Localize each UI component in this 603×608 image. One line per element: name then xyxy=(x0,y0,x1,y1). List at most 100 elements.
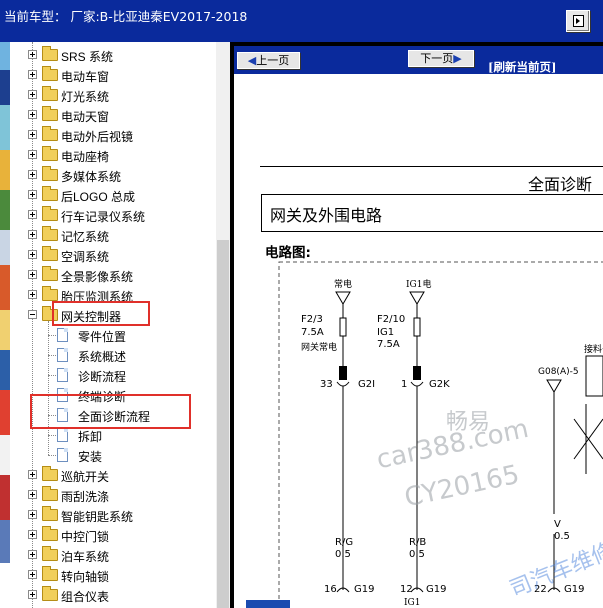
tree-item-label: 灯光系统 xyxy=(61,90,110,104)
collapse-icon[interactable] xyxy=(28,310,37,319)
left-pin: 33 xyxy=(320,379,333,390)
wire-v-color: V xyxy=(554,519,561,530)
tree-folder-item[interactable]: 电动车窗 xyxy=(10,65,216,85)
tree-folder-item[interactable]: 巡航开关 xyxy=(10,465,216,485)
tree-folder-item[interactable]: 电动座椅 xyxy=(10,145,216,165)
exit-button[interactable] xyxy=(566,10,590,32)
highlight-box-gateway xyxy=(52,301,150,326)
tree-item-label: 全景影像系统 xyxy=(61,270,134,284)
tree-scrollbar[interactable] xyxy=(216,42,230,608)
left-wire-color: R/G xyxy=(335,537,354,548)
tree-item-label: 电动天窗 xyxy=(61,110,110,124)
folder-icon xyxy=(42,186,58,201)
tree-item-label: 诊断流程 xyxy=(78,370,127,384)
expand-icon[interactable] xyxy=(28,590,37,599)
folder-icon xyxy=(42,546,58,561)
expand-icon[interactable] xyxy=(28,90,37,99)
right-bottom-conn: G19 xyxy=(426,584,447,595)
folder-icon xyxy=(42,566,58,581)
tree-folder-item[interactable]: 电动天窗 xyxy=(10,105,216,125)
expand-icon[interactable] xyxy=(28,510,37,519)
highlight-box-full-diagnosis xyxy=(30,394,191,429)
tree-scrollbar-thumb[interactable] xyxy=(217,240,229,608)
current-model-title: 当前车型： 厂家:B-比亚迪秦EV2017-2018 xyxy=(4,9,248,24)
expand-icon[interactable] xyxy=(28,150,37,159)
bottom-ig1: IG1 xyxy=(404,598,421,608)
tree-folder-item[interactable]: 全景影像系统 xyxy=(10,265,216,285)
tree-item-label: 后LOGO 总成 xyxy=(61,190,136,204)
tree-folder-item[interactable]: 空调系统 xyxy=(10,245,216,265)
tree-folder-item[interactable]: 泊车系统 xyxy=(10,545,216,565)
expand-icon[interactable] xyxy=(28,290,37,299)
tree-leaf-item[interactable]: 系统概述 xyxy=(10,345,216,365)
tree-folder-item[interactable]: 后LOGO 总成 xyxy=(10,185,216,205)
next-page-label: 下一页 xyxy=(420,52,454,65)
tree-folder-item[interactable]: 中控门锁 xyxy=(10,525,216,545)
document-view[interactable]: 全面诊断 网关及外围电路 电路图: 常电 F2/3 7.5A 网关常电 33 G… xyxy=(234,74,603,608)
tree-folder-item[interactable]: 转向轴锁 xyxy=(10,565,216,585)
tree-item-label: 拆卸 xyxy=(78,430,103,444)
expand-icon[interactable] xyxy=(28,190,37,199)
tree-folder-item[interactable]: 雨刮洗涤 xyxy=(10,485,216,505)
bottom-tab[interactable] xyxy=(246,600,290,608)
folder-icon xyxy=(42,146,58,161)
tree-item-label: 系统概述 xyxy=(78,350,127,364)
tree-leaf-item[interactable]: 诊断流程 xyxy=(10,365,216,385)
left-fuse xyxy=(339,317,347,337)
folder-icon xyxy=(42,266,58,281)
exit-icon xyxy=(573,15,584,27)
document-icon xyxy=(57,428,68,442)
expand-icon[interactable] xyxy=(28,490,37,499)
expand-icon[interactable] xyxy=(28,230,37,239)
document-icon xyxy=(57,448,68,462)
right-connector xyxy=(413,366,421,380)
expand-icon[interactable] xyxy=(28,170,37,179)
expand-icon[interactable] xyxy=(28,470,37,479)
tree-item-label: 巡航开关 xyxy=(61,470,110,484)
side-box xyxy=(585,355,603,397)
next-page-button[interactable]: 下一页▶ xyxy=(408,50,474,67)
tree-folder-item[interactable]: 灯光系统 xyxy=(10,85,216,105)
tree-folder-item[interactable]: 多媒体系统 xyxy=(10,165,216,185)
tree-leaf-item[interactable]: 安装 xyxy=(10,445,216,465)
tree-folder-item[interactable]: 组合仪表 xyxy=(10,585,216,605)
folder-icon xyxy=(42,86,58,101)
expand-icon[interactable] xyxy=(28,50,37,59)
tree-item-label: SRS 系统 xyxy=(61,50,114,64)
refresh-page-link[interactable]: [刷新当前页] xyxy=(488,59,556,75)
tree-item-label: 组合仪表 xyxy=(61,590,110,604)
left-wire-gauge: 0.5 xyxy=(335,549,351,560)
expand-icon[interactable] xyxy=(28,70,37,79)
wire-v-gauge: 0.5 xyxy=(554,531,570,542)
expand-icon[interactable] xyxy=(28,270,37,279)
expand-icon[interactable] xyxy=(28,110,37,119)
prev-page-button[interactable]: ◀上一页 xyxy=(237,52,300,69)
tree-folder-item[interactable]: 智能钥匙系统 xyxy=(10,505,216,525)
expand-icon[interactable] xyxy=(28,570,37,579)
tree-folder-item[interactable]: 行车记录仪系统 xyxy=(10,205,216,225)
tree-item-label: 零件位置 xyxy=(78,330,127,344)
tree-connector-line xyxy=(48,335,56,336)
tree-item-label: 电动车窗 xyxy=(61,70,110,84)
tree-folder-item[interactable]: 记忆系统 xyxy=(10,225,216,245)
expand-icon[interactable] xyxy=(28,130,37,139)
expand-icon[interactable] xyxy=(28,250,37,259)
folder-icon xyxy=(42,506,58,521)
tree-connector-line xyxy=(48,435,56,436)
expand-icon[interactable] xyxy=(28,530,37,539)
right-fuse-id: F2/10 xyxy=(377,314,406,325)
expand-icon[interactable] xyxy=(28,210,37,219)
tree-child-guide-line xyxy=(48,321,49,455)
tree-item-label: 电动外后视镜 xyxy=(61,130,134,144)
tree-leaf-item[interactable]: 零件位置 xyxy=(10,325,216,345)
right-wire-gauge: 0.5 xyxy=(409,549,425,560)
expand-icon[interactable] xyxy=(28,550,37,559)
right-wire-color: R/B xyxy=(409,537,427,548)
document-icon xyxy=(57,328,68,342)
folder-icon xyxy=(42,166,58,181)
folder-icon xyxy=(42,526,58,541)
tree-folder-item[interactable]: 电动外后视镜 xyxy=(10,125,216,145)
tree-folder-item[interactable]: SRS 系统 xyxy=(10,45,216,65)
tree-item-label: 泊车系统 xyxy=(61,550,110,564)
right-fuse-rating: 7.5A xyxy=(377,339,400,350)
